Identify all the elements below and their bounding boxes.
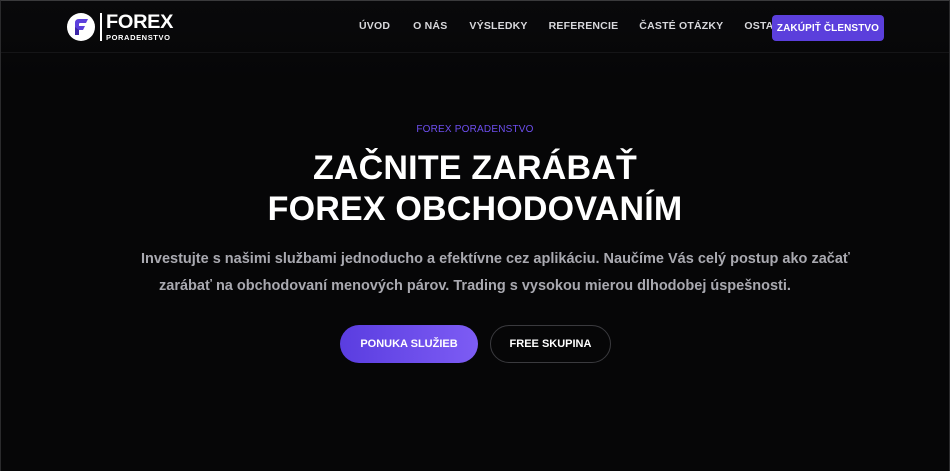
headline-line-2: FOREX OBCHODOVANÍM [267, 190, 683, 228]
main-nav: ÚVOD O NÁS VÝSLEDKY REFERENCIE ČASTÉ OTÁ… [359, 20, 794, 32]
brand-logo[interactable]: FOREX PORADENSTVO [67, 11, 174, 43]
site-header: FOREX PORADENSTVO ÚVOD O NÁS VÝSLEDKY RE… [1, 1, 949, 53]
logo-wordmark: FOREX PORADENSTVO [106, 11, 174, 42]
hero-headline: ZAČNITE ZARÁBAŤ FOREX OBCHODOVANÍM [1, 148, 949, 230]
free-group-button[interactable]: FREE SKUPINA [490, 325, 611, 363]
headline-line-1: ZAČNITE ZARÁBAŤ [312, 149, 638, 187]
logo-text: FOREX [106, 11, 174, 33]
lead-line-1: Investujte s našimi službami jednoducho … [141, 251, 850, 267]
nav-item-o-nas[interactable]: O NÁS [413, 20, 447, 32]
nav-item-caste-otazky[interactable]: ČASTÉ OTÁZKY [639, 20, 723, 32]
nav-item-uvod[interactable]: ÚVOD [359, 20, 390, 32]
logo-f-icon [67, 13, 95, 41]
lead-line-2: zarábať na obchodovaní menových párov. T… [159, 278, 791, 294]
hero-eyebrow: FOREX PORADENSTVO [416, 124, 534, 135]
nav-item-vysledky[interactable]: VÝSLEDKY [469, 20, 527, 32]
services-button[interactable]: PONUKA SLUŽIEB [340, 325, 478, 363]
logo-divider [100, 13, 102, 41]
hero-lead: Investujte s našimi službami jednoducho … [141, 246, 850, 300]
logo-subtext: PORADENSTVO [106, 32, 171, 42]
page: FOREX PORADENSTVO ÚVOD O NÁS VÝSLEDKY RE… [0, 0, 950, 471]
buy-membership-button[interactable]: ZAKÚPIŤ ČLENSTVO [772, 15, 884, 41]
nav-item-referencie[interactable]: REFERENCIE [549, 20, 619, 32]
